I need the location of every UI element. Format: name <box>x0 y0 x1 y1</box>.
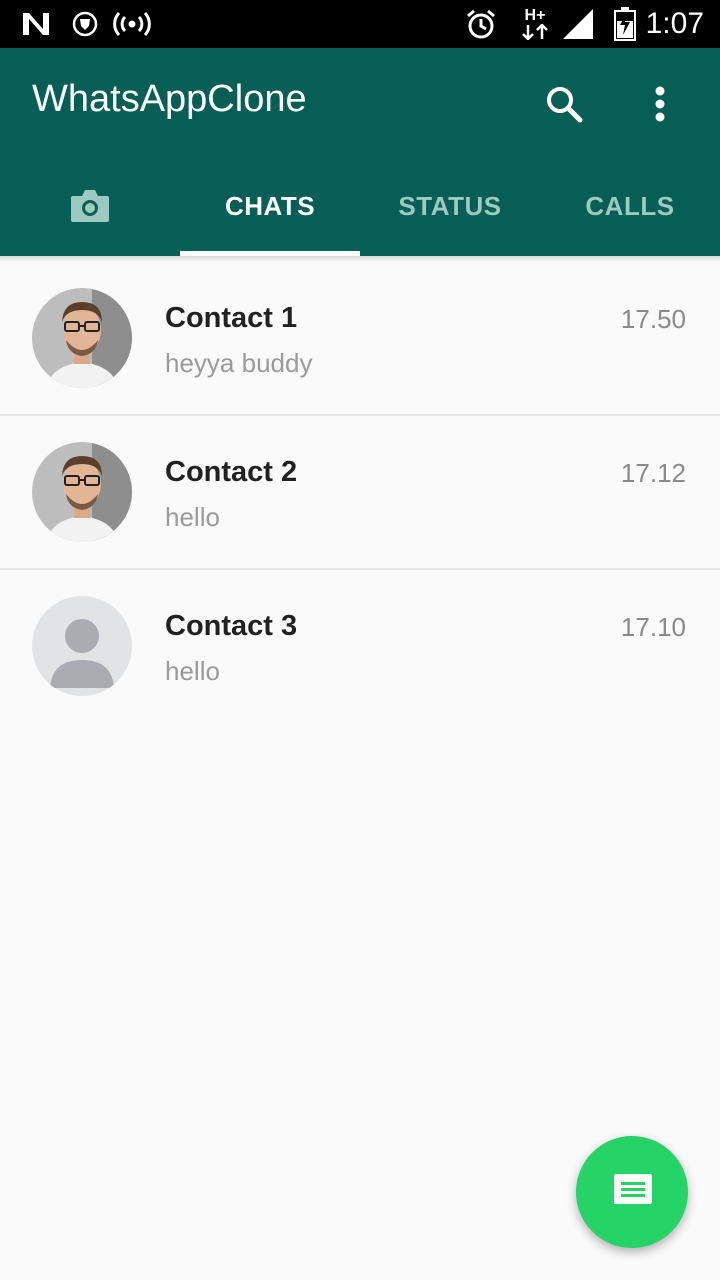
search-icon <box>547 87 583 123</box>
chat-row[interactable]: Contact 1 17.50 heyya buddy <box>0 262 720 416</box>
last-message: hello <box>165 502 220 532</box>
app-bar: WhatsAppClone CHATS STATUS CALLS <box>0 48 720 256</box>
hotspot-icon <box>112 0 152 48</box>
tab-chats[interactable]: CHATS <box>180 156 360 256</box>
tab-calls[interactable]: CALLS <box>540 156 720 256</box>
status-time: 1:07 <box>645 7 704 40</box>
new-chat-message-icon <box>614 1174 652 1210</box>
contact-photo <box>32 442 132 542</box>
contact-name: Contact 3 <box>165 610 298 642</box>
camera-icon <box>71 190 109 222</box>
vpn-shield-icon <box>70 0 100 48</box>
contact-name: Contact 2 <box>165 456 298 488</box>
battery-charging-icon <box>612 0 638 48</box>
last-message: heyya buddy <box>165 348 313 378</box>
chat-row[interactable]: Contact 2 17.12 hello <box>0 416 720 570</box>
more-options-button[interactable] <box>636 78 684 130</box>
more-vert-icon <box>655 86 665 122</box>
status-bar: H+ 1:07 <box>0 0 720 48</box>
chat-list: Contact 1 17.50 heyya buddy Contact 2 17… <box>0 262 720 724</box>
signal-icon <box>560 0 596 48</box>
chat-time: 17.12 <box>620 458 686 488</box>
tab-status[interactable]: STATUS <box>360 156 540 256</box>
network-type-label: H+ <box>524 7 546 24</box>
avatar[interactable] <box>32 442 132 542</box>
chat-row[interactable]: Contact 3 17.10 hello <box>0 570 720 724</box>
network-activity-icon: H+ <box>518 0 552 48</box>
alarm-icon <box>464 0 498 48</box>
screen: H+ 1:07 WhatsAppClone CHATS STATUS CALLS… <box>0 0 720 1280</box>
tab-bar: CHATS STATUS CALLS <box>0 156 720 256</box>
n-notification-icon <box>20 0 52 48</box>
contact-photo <box>32 288 132 388</box>
avatar[interactable] <box>32 596 132 696</box>
last-message: hello <box>165 656 220 686</box>
chat-time: 17.10 <box>620 612 686 642</box>
avatar[interactable] <box>32 288 132 388</box>
app-title: WhatsAppClone <box>32 78 307 120</box>
default-avatar-icon <box>32 596 132 696</box>
tab-camera[interactable] <box>0 156 180 256</box>
search-button[interactable] <box>538 78 590 130</box>
new-chat-fab[interactable] <box>576 1136 688 1248</box>
contact-name: Contact 1 <box>165 302 298 334</box>
chat-time: 17.50 <box>620 304 686 334</box>
